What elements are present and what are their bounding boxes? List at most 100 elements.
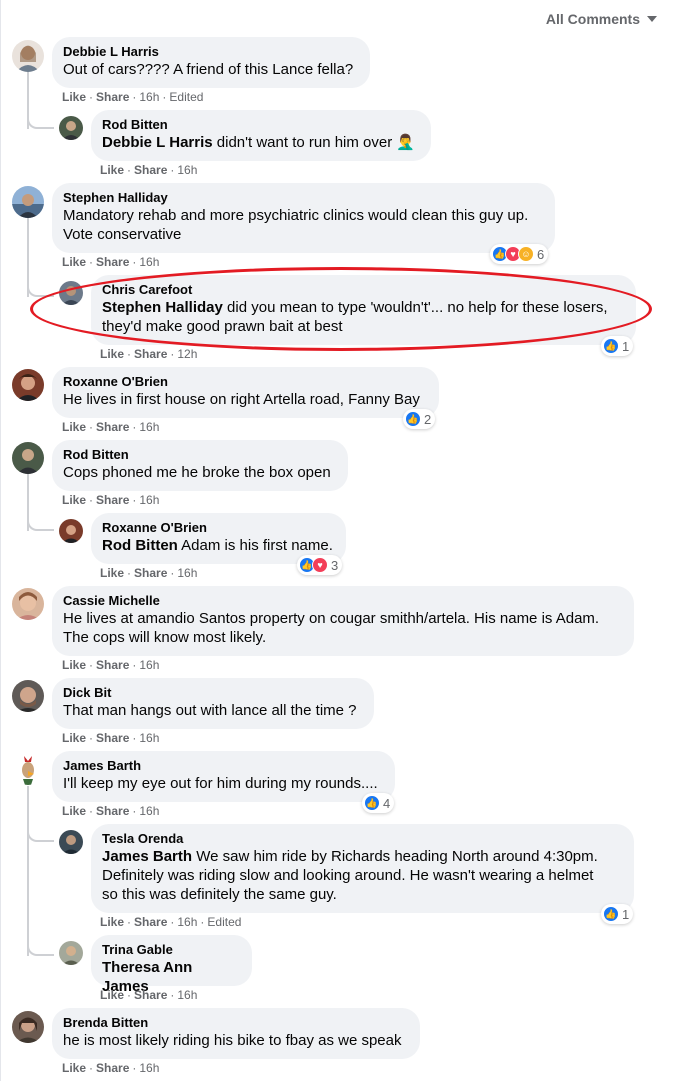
- like-button[interactable]: Like: [62, 420, 86, 434]
- avatar[interactable]: [59, 830, 83, 854]
- comment-time[interactable]: 16h: [139, 420, 159, 434]
- comment-bubble: Rod Bitten Cops phoned me he broke the b…: [52, 440, 348, 491]
- avatar[interactable]: [59, 941, 83, 965]
- comment-author[interactable]: James Barth: [63, 758, 383, 774]
- avatar[interactable]: [12, 1011, 44, 1043]
- comment-author[interactable]: Chris Carefoot: [102, 282, 624, 298]
- comment-author[interactable]: Tesla Orenda: [102, 831, 622, 847]
- comment-text: Mandatory rehab and more psychiatric cli…: [63, 207, 529, 243]
- share-button[interactable]: Share: [134, 915, 167, 929]
- like-icon: 👍: [603, 338, 619, 354]
- avatar[interactable]: [12, 369, 44, 401]
- comment-author[interactable]: Brenda Bitten: [63, 1015, 408, 1031]
- like-button[interactable]: Like: [62, 255, 86, 269]
- mention-tag[interactable]: Stephen Halliday: [102, 299, 223, 316]
- like-button[interactable]: Like: [62, 1061, 86, 1075]
- sort-label: All Comments: [545, 11, 640, 27]
- like-button[interactable]: Like: [62, 731, 86, 745]
- comment-time[interactable]: 16h: [177, 163, 197, 177]
- share-button[interactable]: Share: [96, 658, 129, 672]
- comment-time[interactable]: 16h: [139, 1061, 159, 1075]
- comment-author[interactable]: Roxanne O'Brien: [102, 520, 334, 536]
- comment-author[interactable]: Rod Bitten: [102, 117, 419, 133]
- comment-time[interactable]: 16h: [139, 90, 159, 104]
- comment-bubble: Chris Carefoot Stephen Halliday did you …: [91, 275, 636, 345]
- comment-time[interactable]: 16h: [139, 731, 159, 745]
- edited-label[interactable]: Edited: [207, 915, 241, 929]
- reaction-summary[interactable]: 👍 1: [601, 336, 634, 356]
- comment-text: James Barth We saw him ride by Richards …: [102, 848, 598, 903]
- comment-author[interactable]: Trina Gable: [102, 942, 240, 958]
- reaction-summary[interactable]: 👍 2: [403, 409, 436, 429]
- comment-author[interactable]: Debbie L Harris: [63, 44, 358, 60]
- reaction-summary[interactable]: 👍 4: [362, 793, 395, 813]
- like-button[interactable]: Like: [62, 90, 86, 104]
- comment-time[interactable]: 16h: [177, 988, 197, 1002]
- comment-time[interactable]: 16h: [177, 915, 197, 929]
- comment-text: Debbie L Harris didn't want to run him o…: [102, 134, 416, 151]
- edited-label[interactable]: Edited: [169, 90, 203, 104]
- like-button[interactable]: Like: [62, 804, 86, 818]
- share-button[interactable]: Share: [96, 255, 129, 269]
- share-button[interactable]: Share: [96, 731, 129, 745]
- comment-author[interactable]: Rod Bitten: [63, 447, 336, 463]
- avatar[interactable]: [12, 186, 44, 218]
- avatar[interactable]: [12, 588, 44, 620]
- caret-down-icon: [647, 16, 657, 22]
- comment-author[interactable]: Roxanne O'Brien: [63, 374, 427, 390]
- share-button[interactable]: Share: [96, 804, 129, 818]
- avatar[interactable]: [59, 116, 83, 140]
- like-icon: 👍: [603, 906, 619, 922]
- comment-sort-dropdown[interactable]: All Comments: [546, 11, 657, 27]
- avatar[interactable]: [12, 40, 44, 72]
- avatar[interactable]: [59, 281, 83, 305]
- like-button[interactable]: Like: [100, 566, 124, 580]
- comment-actions: Like · Share · 16h: [62, 1061, 160, 1075]
- like-button[interactable]: Like: [100, 163, 124, 177]
- like-icon: 👍: [364, 795, 380, 811]
- comment-actions: Like · Share · 12h: [100, 347, 198, 361]
- avatar[interactable]: [12, 753, 44, 785]
- comment-actions: Like · Share · 16h: [100, 163, 198, 177]
- like-button[interactable]: Like: [100, 988, 124, 1002]
- share-button[interactable]: Share: [134, 163, 167, 177]
- thread-connector: [27, 280, 54, 297]
- avatar[interactable]: [12, 442, 44, 474]
- comment-author[interactable]: Stephen Halliday: [63, 190, 543, 206]
- mention-tag[interactable]: Rod Bitten: [102, 537, 178, 554]
- comment-text: Cops phoned me he broke the box open: [63, 464, 331, 481]
- share-button[interactable]: Share: [96, 493, 129, 507]
- like-button[interactable]: Like: [62, 658, 86, 672]
- reaction-summary[interactable]: 👍 1: [601, 904, 634, 924]
- share-button[interactable]: Share: [96, 420, 129, 434]
- reaction-summary[interactable]: 👍 ♥ ☺ 6: [490, 244, 549, 264]
- comment-text: he is most likely riding his bike to fba…: [63, 1032, 402, 1049]
- comment-time[interactable]: 12h: [177, 347, 197, 361]
- share-button[interactable]: Share: [134, 566, 167, 580]
- reaction-count: 1: [622, 906, 630, 922]
- share-button[interactable]: Share: [96, 1061, 129, 1075]
- avatar[interactable]: [59, 519, 83, 543]
- comment-actions: Like · Share · 16h: [62, 804, 160, 818]
- comment-author[interactable]: Cassie Michelle: [63, 593, 622, 609]
- share-button[interactable]: Share: [96, 90, 129, 104]
- like-button[interactable]: Like: [100, 347, 124, 361]
- thread-line: [27, 786, 29, 956]
- comment-time[interactable]: 16h: [177, 566, 197, 580]
- share-button[interactable]: Share: [134, 988, 167, 1002]
- avatar[interactable]: [12, 680, 44, 712]
- comment-time[interactable]: 16h: [139, 255, 159, 269]
- comment-text: He lives at amandio Santos property on c…: [63, 610, 600, 646]
- like-button[interactable]: Like: [62, 493, 86, 507]
- share-button[interactable]: Share: [134, 347, 167, 361]
- mention-tag[interactable]: Debbie L Harris: [102, 134, 213, 151]
- comment-bubble: Dick Bit That man hangs out with lance a…: [52, 678, 374, 729]
- comment-time[interactable]: 16h: [139, 658, 159, 672]
- comment-author[interactable]: Dick Bit: [63, 685, 362, 701]
- like-button[interactable]: Like: [100, 915, 124, 929]
- thread-connector: [27, 514, 54, 531]
- reaction-summary[interactable]: 👍 ♥ 3: [297, 555, 343, 575]
- comment-time[interactable]: 16h: [139, 804, 159, 818]
- comment-time[interactable]: 16h: [139, 493, 159, 507]
- mention-tag[interactable]: James Barth: [102, 848, 192, 865]
